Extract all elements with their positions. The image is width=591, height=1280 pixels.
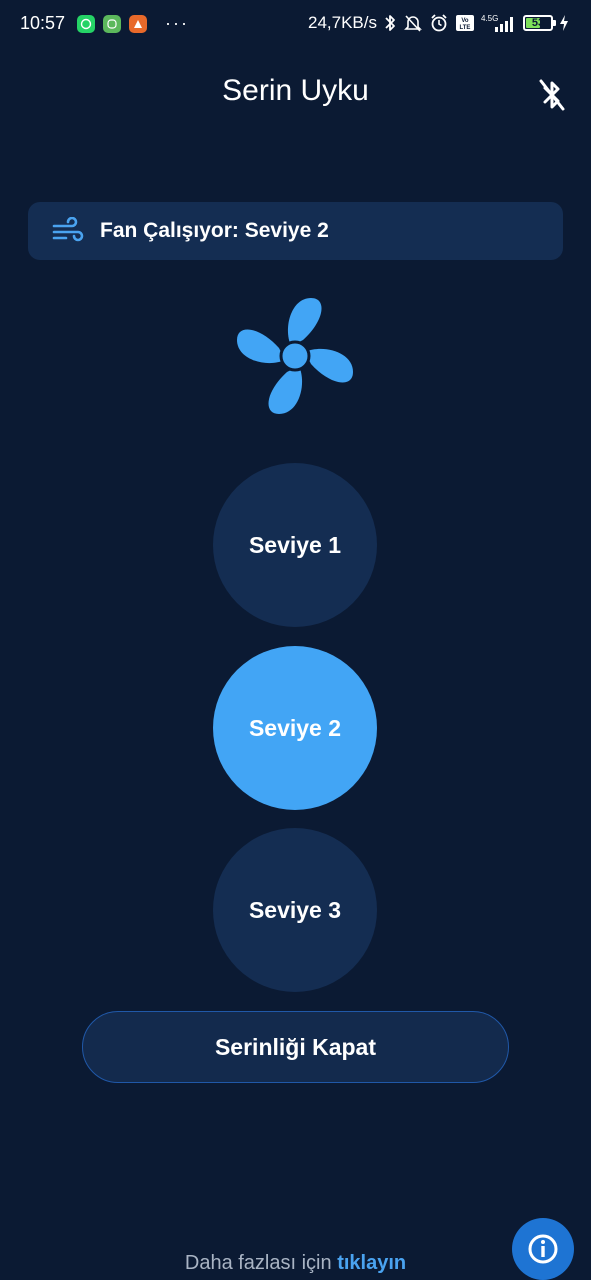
level-1-button[interactable]: Seviye 1 xyxy=(213,463,377,627)
mute-icon xyxy=(403,13,423,33)
status-time: 10:57 xyxy=(20,13,66,33)
bluetooth-icon xyxy=(383,13,397,33)
level-2-button[interactable]: Seviye 2 xyxy=(213,646,377,810)
battery-icon: 53 xyxy=(523,15,556,31)
network-speed: 24,7KB/s xyxy=(308,13,377,32)
footer-link[interactable]: tıklayın xyxy=(337,1252,406,1274)
alarm-icon xyxy=(429,13,449,33)
more-notifications-icon: ··· xyxy=(165,13,190,33)
app-icon-orange xyxy=(129,14,148,33)
fan-icon xyxy=(237,298,353,414)
signal-icon: 4.5G xyxy=(481,13,517,33)
status-bar: 10:57 ··· 24,7KB/s Vo LTE 4.5G 53 xyxy=(0,0,591,50)
status-bar-left: 10:57 ··· xyxy=(20,13,189,34)
info-icon xyxy=(528,1234,558,1264)
fan-status-card: Fan Çalışıyor: Seviye 2 xyxy=(28,202,563,260)
battery-level: 53 xyxy=(531,17,545,29)
wind-icon xyxy=(52,217,84,242)
svg-text:LTE: LTE xyxy=(460,25,471,31)
bluetooth-disabled-button[interactable] xyxy=(535,76,569,114)
footer: Daha fazlası için tıklayın xyxy=(0,1252,591,1275)
app-icon-green xyxy=(103,14,122,33)
charging-icon xyxy=(559,14,569,32)
turn-off-cooling-button[interactable]: Serinliği Kapat xyxy=(82,1011,509,1083)
app-screen: 10:57 ··· 24,7KB/s Vo LTE 4.5G 53 Serin … xyxy=(0,0,591,1280)
fan-status-text: Fan Çalışıyor: Seviye 2 xyxy=(100,219,329,242)
app-title: Serin Uyku xyxy=(222,74,369,107)
network-type-label: 4.5G xyxy=(481,14,498,23)
whatsapp-icon xyxy=(77,14,96,33)
footer-text: Daha fazlası için xyxy=(184,1252,332,1274)
status-bar-right: 24,7KB/s Vo LTE 4.5G 53 xyxy=(308,13,569,33)
info-button[interactable] xyxy=(512,1218,574,1280)
svg-text:Vo: Vo xyxy=(461,18,469,24)
volte-icon: Vo LTE xyxy=(455,14,475,32)
level-3-button[interactable]: Seviye 3 xyxy=(213,828,377,992)
bluetooth-disabled-icon xyxy=(539,79,565,111)
